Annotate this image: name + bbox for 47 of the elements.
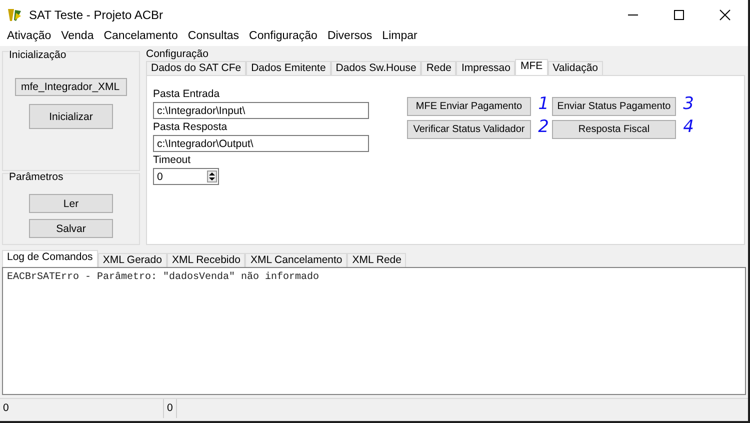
menu-item[interactable]: Limpar	[382, 30, 418, 43]
group-title: Parâmetros	[9, 171, 64, 183]
tab[interactable]: XML Rede	[347, 253, 406, 267]
field-label: Timeout	[153, 154, 192, 166]
input-field[interactable]: c:\Integrador\Output\	[153, 135, 369, 152]
menu-item[interactable]: Ativação	[7, 30, 52, 43]
tab[interactable]: Log de Comandos	[2, 250, 98, 267]
tab[interactable]: Dados Emitente	[246, 61, 331, 75]
field-label: Pasta Entrada	[153, 88, 221, 100]
tab[interactable]: XML Gerado	[98, 253, 167, 267]
annotation-number: 2	[538, 117, 549, 137]
action-button[interactable]: Ler	[29, 194, 113, 213]
model-dropdown[interactable]: mfe_Integrador_XML	[15, 78, 127, 96]
menu-item[interactable]: Consultas	[188, 30, 240, 43]
tab[interactable]: Dados Sw.House	[330, 61, 422, 75]
field-label: Pasta Resposta	[153, 121, 228, 133]
input-field[interactable]: c:\Integrador\Input\	[153, 102, 369, 119]
log-text: EACBrSATErro - Parâmetro: "dadosVenda" não informado	[7, 272, 320, 283]
status-panel: 0	[164, 399, 177, 418]
action-button[interactable]: Resposta Fiscal	[552, 120, 676, 139]
group-title: Inicialização	[9, 49, 66, 61]
action-button[interactable]: Verificar Status Validador	[407, 120, 531, 139]
action-button[interactable]: MFE Enviar Pagamento	[407, 97, 531, 116]
tab[interactable]: MFE	[515, 59, 548, 75]
action-button[interactable]: Salvar	[29, 219, 113, 238]
tab[interactable]: XML Recebido	[166, 253, 246, 267]
status-panel: 0	[0, 399, 164, 418]
tab[interactable]: Dados do SAT CFe	[146, 61, 246, 75]
menu-item[interactable]: Configuração	[249, 30, 318, 43]
annotation-number: 1	[538, 94, 549, 114]
group-title: Configuração	[146, 48, 210, 61]
spin-field[interactable]: 0	[153, 168, 219, 185]
menu-item[interactable]: Diversos	[327, 30, 372, 43]
menu-item[interactable]: Venda	[61, 30, 94, 43]
tab[interactable]: Impressao	[456, 61, 516, 75]
annotation-number: 3	[683, 94, 694, 114]
initialize-button[interactable]: Inicializar	[29, 104, 113, 129]
tab[interactable]: Validação	[548, 61, 603, 75]
window-title: SAT Teste - Projeto ACBr	[29, 8, 164, 22]
action-button[interactable]: Enviar Status Pagamento	[552, 97, 676, 116]
annotation-number: 4	[683, 117, 694, 137]
menu-item[interactable]: Cancelamento	[104, 30, 178, 43]
tab[interactable]: Rede	[421, 61, 456, 75]
tab[interactable]: XML Cancelamento	[245, 253, 348, 267]
spin-arrows-icon	[207, 170, 217, 183]
log-memo[interactable]: EACBrSATErro - Parâmetro: "dadosVenda" não informado	[2, 267, 746, 395]
app-icon	[7, 7, 23, 23]
